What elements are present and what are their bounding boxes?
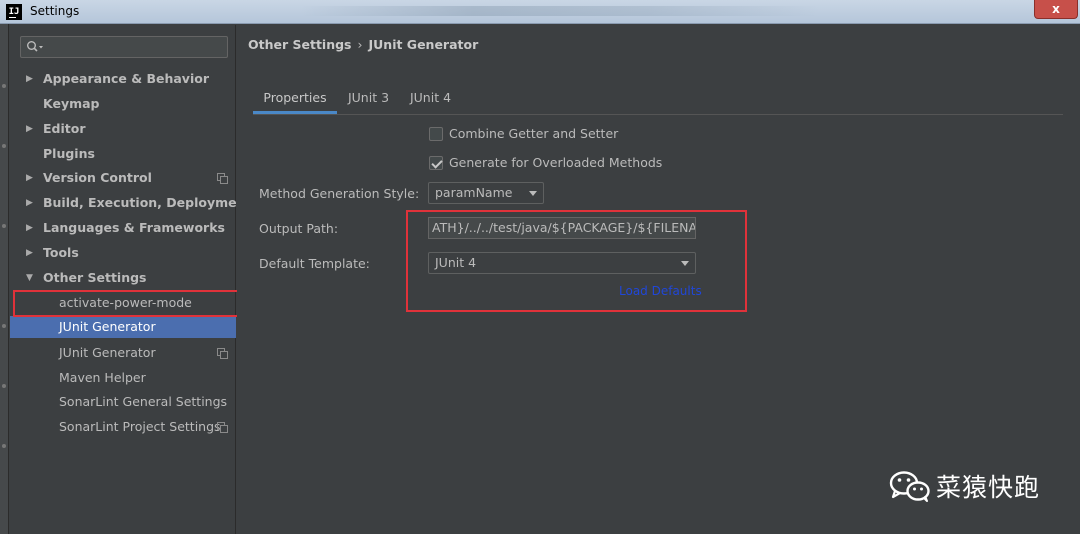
generate-overloaded-checkbox[interactable]	[429, 156, 443, 170]
sidebar-item-keymap[interactable]: Keymap	[10, 93, 236, 115]
method-generation-style-select[interactable]: paramName	[428, 182, 544, 204]
wechat-watermark: 菜猿快跑	[888, 468, 1058, 502]
sidebar-item-junit-generator-selected[interactable]: JUnit Generator	[10, 316, 236, 338]
project-settings-icon	[217, 173, 228, 184]
breadcrumb: Other Settings › JUnit Generator	[248, 37, 478, 52]
sidebar-item-plugins[interactable]: Plugins	[10, 143, 236, 165]
sidebar-item-build-execution-deployment[interactable]: ▶ Build, Execution, Deployment	[10, 192, 251, 214]
sidebar-item-junit-generator-project[interactable]: JUnit Generator	[10, 342, 236, 364]
expand-arrow-icon[interactable]: ▶	[26, 118, 33, 140]
close-button[interactable]: x	[1034, 0, 1078, 19]
sidebar-item-version-control[interactable]: ▶ Version Control	[10, 167, 236, 189]
chevron-down-icon	[529, 191, 537, 196]
wechat-logo-icon	[889, 471, 930, 502]
expand-arrow-icon[interactable]: ▶	[26, 242, 33, 264]
sidebar-item-languages-frameworks[interactable]: ▶ Languages & Frameworks	[10, 217, 236, 239]
intellij-app-icon: IJ	[6, 4, 22, 20]
expand-arrow-icon[interactable]: ▶	[26, 167, 33, 189]
sidebar-item-appearance-behavior[interactable]: ▶ Appearance & Behavior	[10, 68, 236, 90]
breadcrumb-separator: ›	[357, 37, 363, 52]
expand-arrow-icon[interactable]: ▶	[26, 68, 33, 90]
settings-main-panel: Other Settings › JUnit Generator Propertie…	[237, 25, 1080, 534]
project-settings-icon	[217, 422, 228, 433]
expand-arrow-icon[interactable]: ▶	[26, 192, 33, 214]
project-settings-icon	[217, 348, 228, 359]
breadcrumb-current: JUnit Generator	[368, 37, 479, 52]
method-generation-style-label: Method Generation Style:	[259, 186, 420, 201]
highlight-box-sidebar	[13, 290, 246, 317]
desktop-edge	[0, 24, 9, 534]
highlight-box-fields	[406, 210, 747, 312]
default-template-label: Default Template:	[259, 256, 370, 271]
watermark-text: 菜猿快跑	[936, 473, 1041, 502]
output-path-label: Output Path:	[259, 221, 339, 236]
sidebar-item-sonarlint-general-settings[interactable]: SonarLint General Settings	[10, 391, 236, 413]
breadcrumb-parent[interactable]: Other Settings	[248, 37, 352, 52]
collapse-arrow-icon[interactable]: ▼	[26, 267, 33, 289]
tab-properties[interactable]: Properties	[253, 85, 337, 114]
sidebar-item-tools[interactable]: ▶ Tools	[10, 242, 236, 264]
tab-junit4[interactable]: JUnit 4	[403, 85, 458, 114]
search-icon	[27, 41, 43, 52]
combine-getter-setter-checkbox[interactable]	[429, 127, 443, 141]
sidebar-item-editor[interactable]: ▶ Editor	[10, 118, 236, 140]
tab-junit3[interactable]: JUnit 3	[341, 85, 396, 114]
expand-arrow-icon[interactable]: ▶	[26, 217, 33, 239]
tab-bar: Properties JUnit 3 JUnit 4	[253, 85, 1063, 115]
blurred-title-area	[300, 6, 820, 16]
settings-search-input[interactable]	[20, 36, 228, 58]
sidebar-item-maven-helper[interactable]: Maven Helper	[10, 367, 236, 389]
window-titlebar: IJ Settings x	[0, 0, 1080, 24]
sidebar-item-sonarlint-project-settings[interactable]: SonarLint Project Settings	[10, 416, 236, 438]
window-title: Settings	[30, 4, 80, 18]
settings-sidebar: ▶ Appearance & Behavior Keymap ▶ Editor …	[10, 25, 251, 534]
sidebar-item-other-settings[interactable]: ▼ Other Settings	[10, 267, 236, 289]
